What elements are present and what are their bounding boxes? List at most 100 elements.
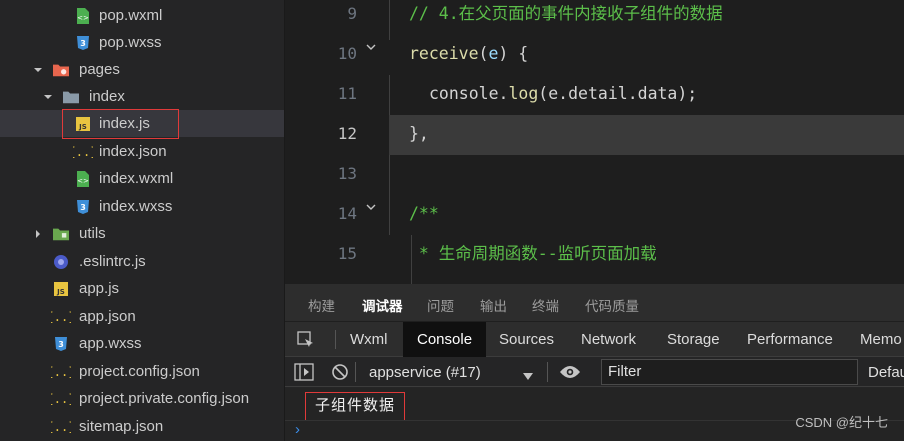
json-file-icon: {..} bbox=[51, 364, 71, 380]
console-object: console. bbox=[429, 84, 509, 103]
paren-close-brace: ) { bbox=[498, 44, 529, 63]
tree-item-app-js[interactable]: JS app.js bbox=[0, 275, 284, 302]
code-line-close-brace: }, bbox=[409, 124, 429, 143]
param-name: e bbox=[488, 44, 499, 63]
tree-folder-utils[interactable]: utils bbox=[0, 220, 284, 247]
eye-icon[interactable] bbox=[559, 364, 581, 385]
tree-item-label: index.wxss bbox=[99, 198, 173, 215]
toolbar-divider bbox=[335, 330, 336, 349]
tree-item-pop-wxml[interactable]: <> pop.wxml bbox=[0, 2, 284, 29]
json-file-icon: {..} bbox=[51, 309, 71, 325]
tree-item-app-json[interactable]: {..} app.json bbox=[0, 303, 284, 330]
svg-text:JS: JS bbox=[78, 123, 87, 131]
svg-text:<>: <> bbox=[77, 177, 89, 185]
code-line-doc-open: /** bbox=[409, 204, 439, 223]
svg-text:{..}: {..} bbox=[51, 392, 71, 406]
console-filter-input[interactable]: Filter bbox=[601, 359, 858, 385]
inspect-element-icon[interactable] bbox=[297, 331, 315, 354]
tree-item-label: index bbox=[89, 88, 125, 105]
json-file-icon: {..} bbox=[73, 144, 93, 160]
code-line-function-def: receive(e) { bbox=[409, 44, 528, 64]
indent-guide bbox=[389, 155, 390, 235]
tab-debugger[interactable]: 调试器 bbox=[362, 295, 403, 315]
fold-chevron-icon[interactable] bbox=[365, 38, 377, 50]
tree-item-sitemap[interactable]: {..} sitemap.json bbox=[0, 413, 284, 440]
svg-text:3: 3 bbox=[58, 340, 64, 349]
svg-text:3: 3 bbox=[80, 39, 86, 48]
devtools-tab-sources[interactable]: Sources bbox=[492, 322, 561, 357]
tree-folder-pages[interactable]: pages bbox=[0, 56, 284, 83]
svg-text:{..}: {..} bbox=[51, 365, 71, 379]
dropdown-arrow-icon[interactable] bbox=[523, 368, 533, 386]
devtools-tab-performance[interactable]: Performance bbox=[740, 322, 840, 357]
panel-tab-bar: 构建 调试器 问题 输出 终端 代码质量 bbox=[285, 284, 904, 322]
tree-item-index-wxss[interactable]: 3 index.wxss bbox=[0, 193, 284, 220]
code-line-console-log: console.log(e.detail.data); bbox=[429, 84, 697, 104]
folder-icon bbox=[53, 226, 69, 242]
js-file-icon: JS bbox=[75, 116, 91, 132]
context-selector[interactable]: appservice (#17) bbox=[369, 364, 481, 381]
tree-item-project-private-config[interactable]: {..} project.private.config.json bbox=[0, 385, 284, 412]
tree-item-pop-wxss[interactable]: 3 pop.wxss bbox=[0, 29, 284, 56]
fold-chevron-icon[interactable] bbox=[365, 198, 377, 210]
log-levels-dropdown[interactable]: Defau bbox=[868, 364, 904, 381]
tab-build[interactable]: 构建 bbox=[308, 295, 335, 315]
wxss-file-icon: 3 bbox=[53, 336, 69, 352]
console-toolbar: appservice (#17) Filter Defau bbox=[285, 357, 904, 387]
svg-text:{..}: {..} bbox=[51, 420, 71, 434]
tree-item-index-wxml[interactable]: <> index.wxml bbox=[0, 165, 284, 192]
devtools-tab-console[interactable]: Console bbox=[403, 322, 487, 357]
console-log-message: 子组件数据 bbox=[305, 392, 405, 421]
svg-text:{..}: {..} bbox=[51, 310, 71, 324]
code-line-doc-text: * 生命周期函数--监听页面加载 bbox=[409, 244, 657, 263]
tree-item-label: app.wxss bbox=[79, 335, 142, 352]
wxss-file-icon: 3 bbox=[75, 199, 91, 215]
tree-item-app-wxss[interactable]: 3 app.wxss bbox=[0, 330, 284, 357]
indent-guide bbox=[389, 0, 390, 40]
tree-item-label: project.config.json bbox=[79, 363, 200, 380]
tree-item-project-config[interactable]: {..} project.config.json bbox=[0, 358, 284, 385]
devtools-tab-network[interactable]: Network bbox=[574, 322, 643, 357]
tree-item-label: utils bbox=[79, 225, 106, 242]
json-file-icon: {..} bbox=[51, 391, 71, 407]
clear-console-icon[interactable] bbox=[331, 363, 349, 386]
paren-open: ( bbox=[478, 44, 489, 63]
tree-item-label: index.js bbox=[99, 115, 150, 132]
tree-item-label: pop.wxss bbox=[99, 34, 162, 51]
tab-problems[interactable]: 问题 bbox=[427, 295, 454, 315]
tree-item-label: .eslintrc.js bbox=[79, 253, 146, 270]
tree-folder-index[interactable]: index bbox=[0, 83, 284, 110]
tree-item-index-js[interactable]: JS index.js bbox=[0, 110, 284, 137]
tree-item-index-json[interactable]: {..} index.json bbox=[0, 138, 284, 165]
tree-item-label: app.json bbox=[79, 308, 136, 325]
code-editor[interactable]: 9 10 11 12 13 14 15 // 4.在父页面的事件内接收子组件的数… bbox=[285, 0, 904, 284]
svg-text:JS: JS bbox=[56, 288, 65, 296]
js-file-icon: JS bbox=[53, 281, 69, 297]
indent-guide bbox=[389, 75, 390, 115]
wxml-file-icon: <> bbox=[75, 170, 91, 187]
tab-terminal[interactable]: 终端 bbox=[532, 295, 559, 315]
sidebar-toggle-icon[interactable] bbox=[294, 363, 314, 386]
tree-item-label: sitemap.json bbox=[79, 418, 164, 435]
line-number: 15 bbox=[337, 244, 357, 263]
watermark: CSDN @纪十七 bbox=[795, 415, 888, 430]
toolbar-divider bbox=[355, 362, 356, 382]
line-number-active: 12 bbox=[337, 124, 357, 143]
tab-code-quality[interactable]: 代码质量 bbox=[585, 295, 639, 315]
svg-text:3: 3 bbox=[80, 203, 86, 212]
tree-item-label: project.private.config.json bbox=[79, 390, 250, 407]
chevron-right-icon bbox=[32, 228, 44, 240]
devtools-tab-storage[interactable]: Storage bbox=[660, 322, 727, 357]
line-number: 10 bbox=[337, 44, 357, 63]
tree-item-label: pages bbox=[79, 61, 120, 78]
tab-output[interactable]: 输出 bbox=[480, 295, 507, 315]
tree-item-eslintrc[interactable]: .eslintrc.js bbox=[0, 248, 284, 275]
tree-item-label: index.wxml bbox=[99, 170, 174, 187]
line-number: 11 bbox=[337, 84, 357, 103]
tree-item-label: app.js bbox=[79, 280, 120, 297]
console-prompt-icon[interactable]: › bbox=[295, 421, 300, 438]
devtools-tab-memory[interactable]: Memo bbox=[853, 322, 904, 357]
code-line-comment: // 4.在父页面的事件内接收子组件的数据 bbox=[409, 4, 723, 23]
devtools-tab-wxml[interactable]: Wxml bbox=[343, 322, 395, 357]
log-method: log bbox=[508, 84, 539, 103]
